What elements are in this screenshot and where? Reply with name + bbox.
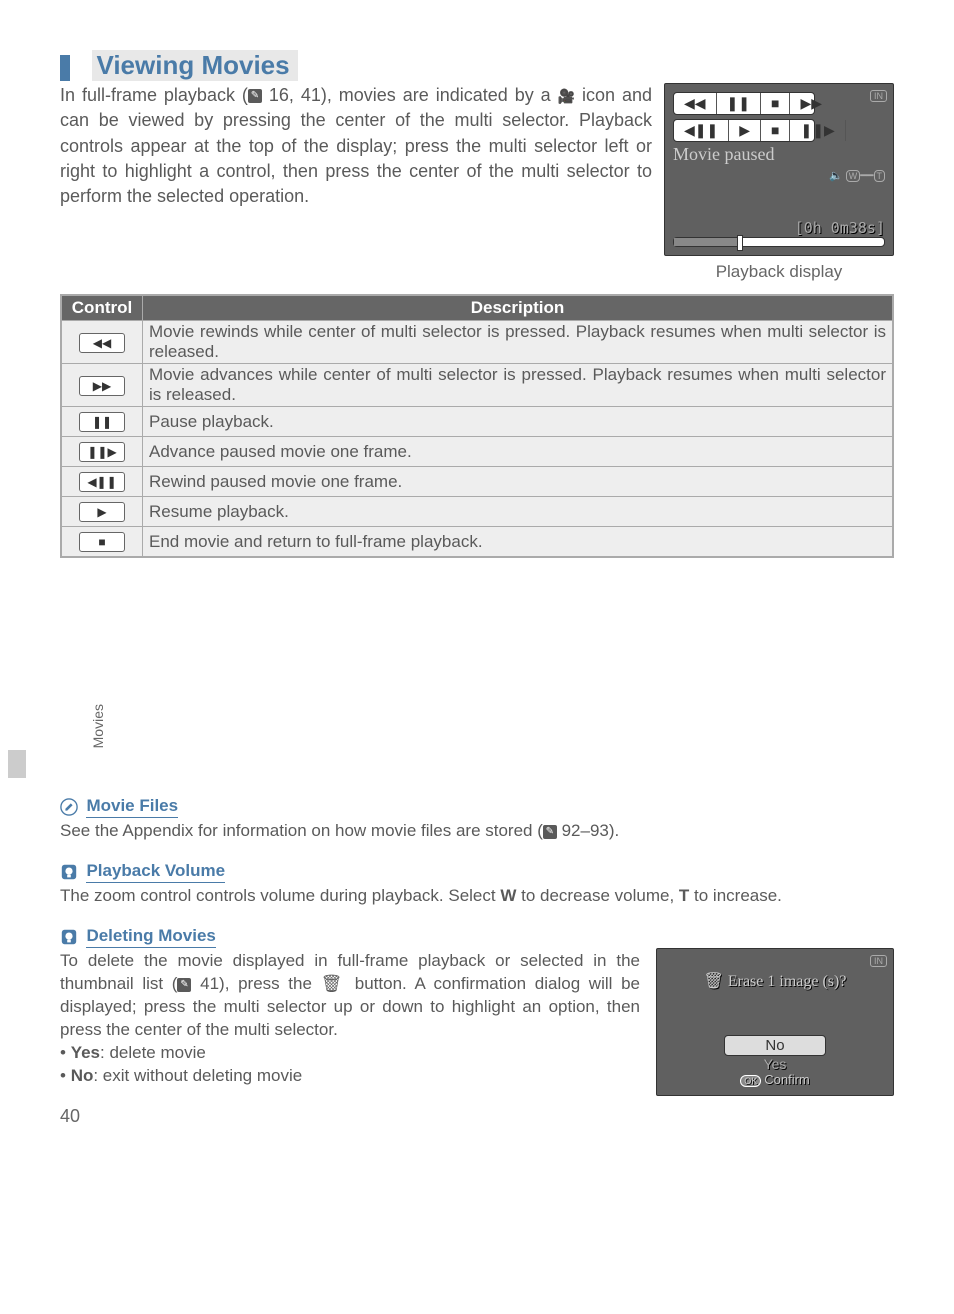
bulb-tip-icon — [60, 928, 78, 946]
frame-fwd-icon: ❚❚▶ — [790, 120, 845, 141]
frame-back-icon: ◀❚❚ — [674, 120, 729, 141]
page-number: 40 — [60, 1106, 894, 1127]
table-row: ▶ Resume playback. — [61, 497, 893, 527]
playback-volume-heading: Playback Volume — [86, 861, 225, 883]
trash-icon: 🗑 — [704, 973, 724, 990]
table-row: ❚❚▶ Advance paused movie one frame. — [61, 437, 893, 467]
stop-icon-2: ■ — [761, 120, 790, 141]
table-row: ◀❚❚ Rewind paused movie one frame. — [61, 467, 893, 497]
lcd-progress-bar — [673, 237, 885, 247]
deleting-movies-text: To delete the movie displayed in full-fr… — [60, 950, 640, 1042]
stop-icon: ■ — [761, 93, 790, 114]
resume-control-icon: ▶ — [79, 502, 125, 522]
lcd-controls-row-1: ◀◀ ❚❚ ■ ▶▶ — [673, 92, 815, 115]
delete-options-list: • Yes: delete movie • No: exit without d… — [60, 1042, 640, 1088]
frame-rewind-control-icon: ◀❚❚ — [79, 472, 125, 492]
page-title: Viewing Movies — [74, 50, 297, 81]
table-cell: Movie advances while center of multi sel… — [143, 364, 894, 407]
ref-icon: ✎ — [248, 89, 262, 103]
playback-lcd-screenshot: IN ◀◀ ❚❚ ■ ▶▶ ◀❚❚ ▶ ■ ❚❚▶ Movie paused 🔈… — [664, 83, 894, 256]
ref-icon: ✎ — [177, 978, 191, 992]
controls-table: Control Description ◀◀ Movie rewinds whil… — [60, 294, 894, 558]
movie-files-text: See the Appendix for information on how … — [60, 820, 894, 843]
end-control-icon: ■ — [79, 532, 125, 552]
play-icon: ▶ — [729, 120, 761, 141]
lcd-caption: Playback display — [664, 262, 894, 282]
rewind-icon: ◀◀ — [674, 93, 717, 114]
internal-memory-badge: IN — [870, 90, 887, 102]
table-cell: End movie and return to full-frame playb… — [143, 527, 894, 558]
ref-icon: ✎ — [543, 825, 557, 839]
lcd-elapsed-time: [0h 0m38s] — [673, 219, 885, 237]
frame-advance-control-icon: ❚❚▶ — [79, 442, 125, 462]
internal-memory-badge: IN — [870, 955, 887, 967]
pencil-note-icon — [60, 798, 78, 816]
table-cell: Advance paused movie one frame. — [143, 437, 894, 467]
table-row: ◀◀ Movie rewinds while center of multi se… — [61, 321, 893, 364]
movie-files-heading: Movie Files — [86, 796, 178, 818]
dialog-option-yes: Yes — [665, 1056, 885, 1072]
deleting-movies-heading: Deleting Movies — [86, 926, 215, 948]
table-cell: Rewind paused movie one frame. — [143, 467, 894, 497]
delete-dialog-title: 🗑 Erase 1 image (s)? — [665, 971, 885, 991]
forward-icon: ▶▶ — [790, 93, 832, 114]
table-cell: Pause playback. — [143, 407, 894, 437]
lcd-controls-row-2: ◀❚❚ ▶ ■ ❚❚▶ — [673, 119, 815, 142]
list-item: • No: exit without deleting movie — [60, 1065, 640, 1088]
lcd-status-text: Movie paused — [673, 144, 885, 165]
table-row: ❚❚ Pause playback. — [61, 407, 893, 437]
table-cell: Movie rewinds while center of multi sele… — [143, 321, 894, 364]
dialog-option-no: No — [724, 1035, 825, 1056]
heading-1-wrapper: Viewing Movies — [60, 50, 894, 81]
rewind-control-icon: ◀◀ — [79, 333, 125, 353]
trash-icon: 🗑 — [321, 974, 347, 993]
intro-paragraph: In full-frame playback (✎ 16, 41), movie… — [60, 83, 664, 282]
table-header-control: Control — [61, 295, 143, 321]
table-row: ▶▶ Movie advances while center of multi s… — [61, 364, 893, 407]
pause-icon: ❚❚ — [717, 93, 761, 114]
table-header-description: Description — [143, 295, 894, 321]
bulb-tip-icon — [60, 863, 78, 881]
advance-control-icon: ▶▶ — [79, 376, 125, 396]
lcd-volume-indicator: 🔈 W━━T — [673, 169, 885, 182]
delete-confirm-lcd: IN 🗑 Erase 1 image (s)? No Yes OKConfirm — [656, 948, 894, 1096]
side-section-label: Movies — [90, 704, 106, 748]
table-cell: Resume playback. — [143, 497, 894, 527]
dialog-confirm-hint: OKConfirm — [665, 1072, 885, 1087]
table-row: ■ End movie and return to full-frame play… — [61, 527, 893, 558]
list-item: • Yes: delete movie — [60, 1042, 640, 1065]
movie-mode-icon: 🎥 — [558, 87, 575, 107]
playback-volume-text: The zoom control controls volume during … — [60, 885, 894, 908]
pause-control-icon: ❚❚ — [79, 412, 125, 432]
